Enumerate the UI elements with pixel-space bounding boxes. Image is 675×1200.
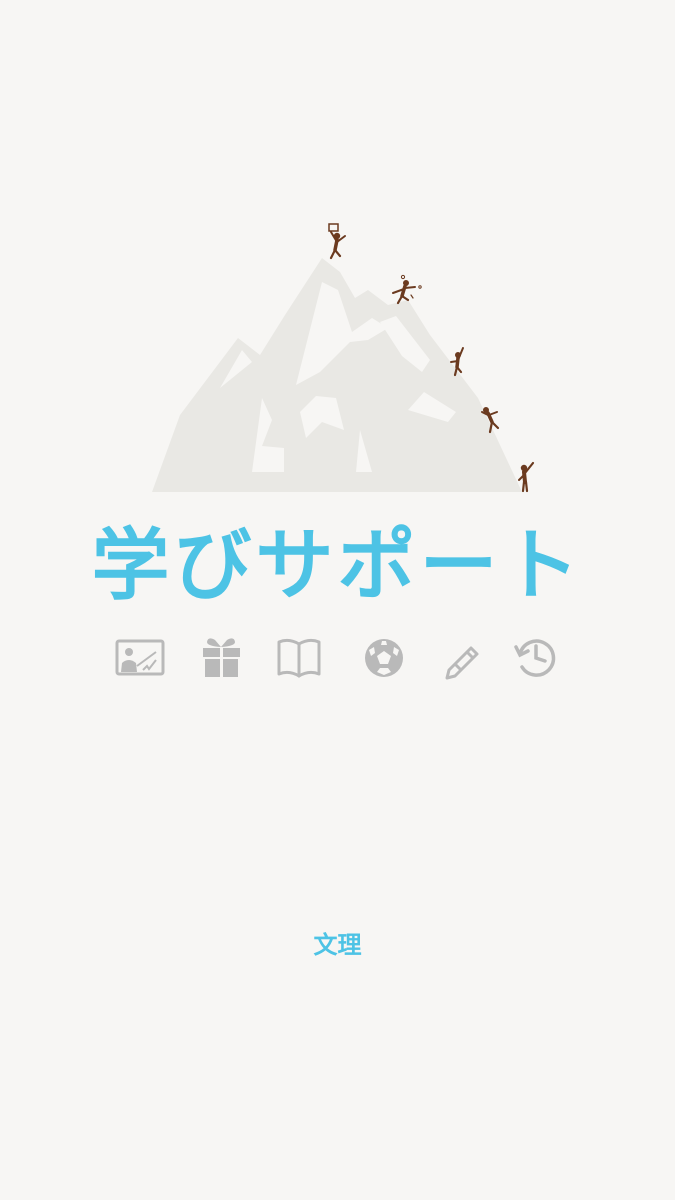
climber-figure bbox=[328, 223, 346, 260]
lecture-board-icon bbox=[113, 630, 169, 686]
climber-figure bbox=[392, 274, 422, 305]
climber-figure bbox=[518, 461, 535, 493]
gift-icon bbox=[194, 630, 250, 686]
pencil-icon bbox=[435, 630, 491, 686]
feature-icon-row bbox=[0, 630, 675, 686]
mountain-illustration bbox=[152, 223, 535, 493]
app-title: 学びサポート bbox=[91, 521, 584, 611]
open-book-icon bbox=[271, 630, 327, 686]
hero-illustration bbox=[0, 0, 675, 520]
soccer-ball-icon bbox=[356, 630, 412, 686]
publisher-label: 文理 bbox=[313, 931, 362, 959]
history-icon bbox=[508, 630, 564, 686]
